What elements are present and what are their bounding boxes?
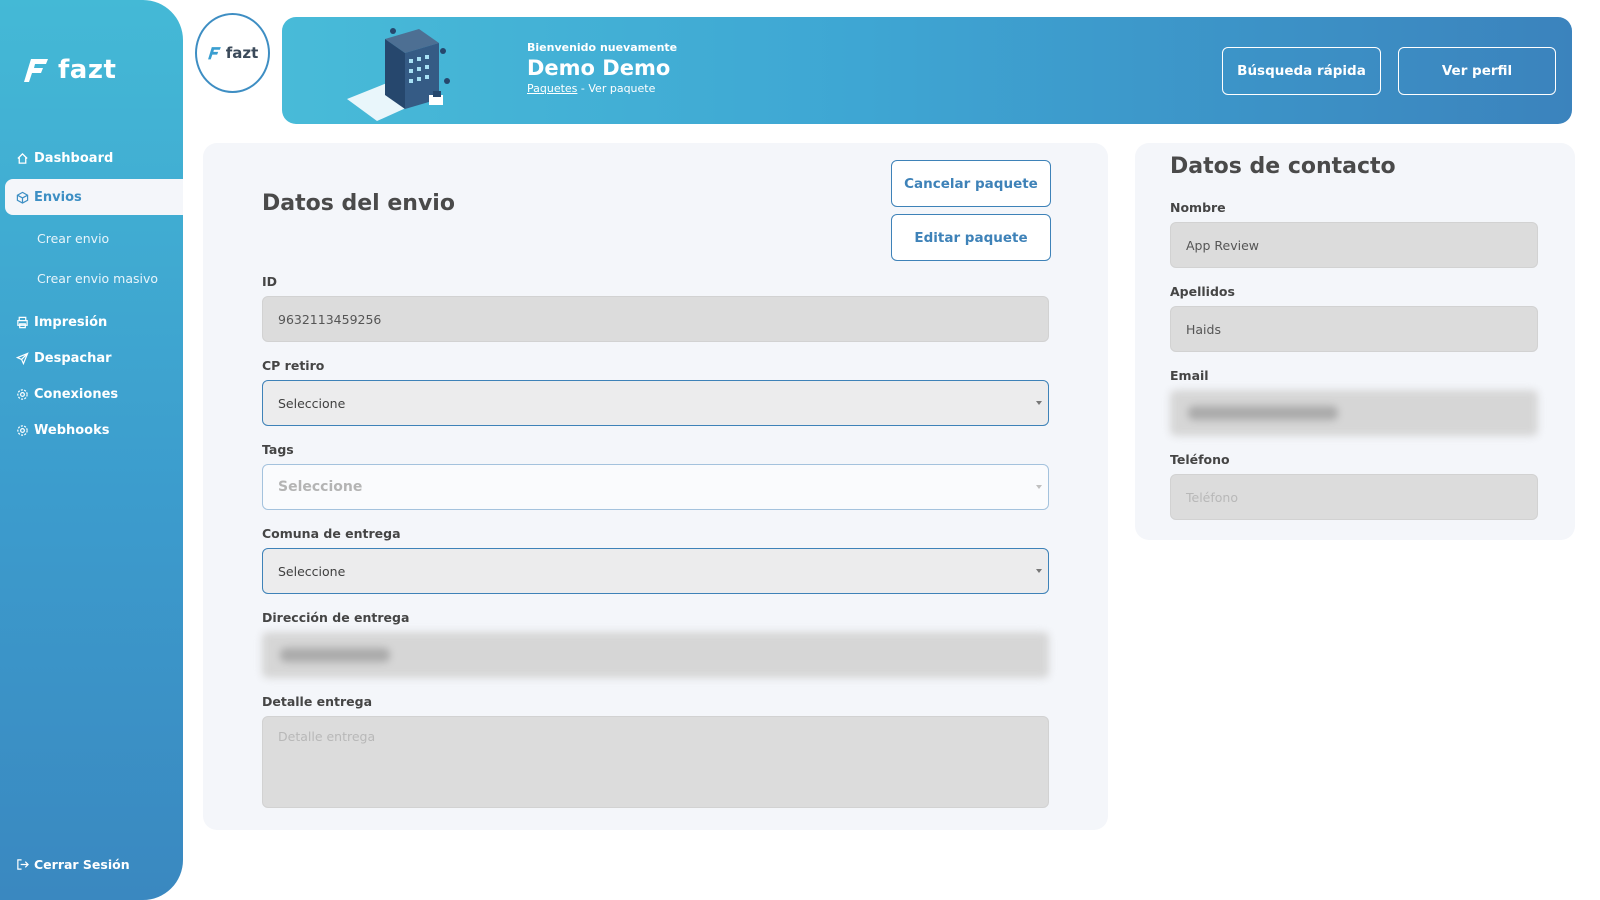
- detail-textarea[interactable]: Detalle entrega: [262, 716, 1049, 808]
- chevron-down-icon: [1036, 569, 1042, 573]
- address-field-redacted[interactable]: [262, 632, 1049, 678]
- redacted-text: [280, 648, 390, 662]
- breadcrumb: Paquetes - Ver paquete: [527, 82, 677, 95]
- email-field-redacted[interactable]: [1170, 390, 1538, 436]
- box-icon: [16, 191, 29, 204]
- gear-icon: [17, 424, 28, 436]
- comuna-label: Comuna de entrega: [262, 526, 401, 541]
- edit-package-button[interactable]: Editar paquete: [891, 214, 1051, 261]
- shipment-card: Datos del envio Cancelar paquete Editar …: [203, 143, 1108, 830]
- redacted-text: [1188, 406, 1338, 420]
- sidebar-item-label: Dashboard: [34, 150, 114, 166]
- logout-button[interactable]: Cerrar Sesión: [16, 857, 130, 872]
- logout-icon: [17, 859, 29, 870]
- sidebar-item-envios[interactable]: Envios: [5, 179, 183, 215]
- cp-retiro-select[interactable]: Seleccione: [262, 380, 1049, 426]
- phone-label: Teléfono: [1170, 452, 1230, 467]
- cp-retiro-value: Seleccione: [278, 395, 346, 411]
- logout-label: Cerrar Sesión: [34, 857, 130, 872]
- sidebar-item-label: Webhooks: [34, 422, 110, 438]
- app-logo-text: fazt: [58, 55, 117, 85]
- warehouse-illustration: [347, 28, 450, 121]
- printer-icon: [17, 316, 28, 328]
- id-label: ID: [262, 274, 278, 289]
- phone-field[interactable]: Teléfono: [1170, 474, 1538, 520]
- breadcrumb-link-paquetes[interactable]: Paquetes: [527, 82, 577, 95]
- last-name-label: Apellidos: [1170, 284, 1235, 299]
- sidebar-nav: Dashboard Envios Crear envio Crear envio…: [0, 140, 183, 448]
- fazt-logo-icon: [24, 59, 48, 82]
- email-label: Email: [1170, 368, 1209, 383]
- cancel-package-button[interactable]: Cancelar paquete: [891, 160, 1051, 207]
- chevron-down-icon: [1036, 485, 1042, 489]
- name-label: Nombre: [1170, 200, 1226, 215]
- breadcrumb-current: Ver paquete: [588, 82, 656, 95]
- send-icon: [16, 351, 29, 365]
- cp-retiro-label: CP retiro: [262, 358, 325, 373]
- sidebar-item-label: Conexiones: [34, 386, 119, 402]
- sidebar: fazt Dashboard Envios Crear envio Crear …: [0, 0, 183, 900]
- breadcrumb-separator: -: [577, 82, 589, 95]
- id-field: 9632113459256: [262, 296, 1049, 342]
- user-name: Demo Demo: [527, 56, 671, 80]
- sidebar-item-label: Envios: [34, 189, 82, 205]
- tags-value: Seleccione: [278, 479, 363, 495]
- page-header: Bienvenido nuevamente Demo Demo Paquetes…: [282, 17, 1572, 124]
- tags-label: Tags: [262, 442, 294, 457]
- chevron-down-icon: [1036, 401, 1042, 405]
- detail-label: Detalle entrega: [262, 694, 373, 709]
- sidebar-item-impresion[interactable]: Impresión: [0, 304, 183, 340]
- welcome-text: Bienvenido nuevamente: [527, 41, 678, 54]
- last-name-field: Haids: [1170, 306, 1538, 352]
- sidebar-item-label: Despachar: [34, 350, 112, 366]
- welcome-block: Bienvenido nuevamente Demo Demo Paquetes…: [527, 41, 677, 95]
- shipment-title: Datos del envio: [262, 191, 455, 216]
- sidebar-item-dashboard[interactable]: Dashboard: [0, 140, 183, 176]
- brand-badge: fazt: [195, 13, 270, 93]
- app-logo[interactable]: fazt: [22, 55, 116, 85]
- fazt-logo-icon: [207, 47, 221, 60]
- address-label: Dirección de entrega: [262, 610, 410, 625]
- sidebar-item-label: Impresión: [34, 314, 108, 330]
- quick-search-button[interactable]: Búsqueda rápida: [1222, 47, 1381, 95]
- comuna-select[interactable]: Seleccione: [262, 548, 1049, 594]
- name-field: App Review: [1170, 222, 1538, 268]
- tags-select[interactable]: Seleccione: [262, 464, 1049, 510]
- sidebar-item-despachar[interactable]: Despachar: [0, 340, 183, 376]
- brand-badge-text: fazt: [225, 44, 259, 62]
- sidebar-subitem-crear-envio-masivo[interactable]: Crear envio masivo: [0, 258, 183, 298]
- comuna-value: Seleccione: [278, 563, 346, 579]
- sidebar-subitem-crear-envio[interactable]: Crear envio: [0, 218, 183, 258]
- sidebar-item-conexiones[interactable]: Conexiones: [0, 376, 183, 412]
- contact-title: Datos de contacto: [1170, 154, 1396, 179]
- home-icon: [17, 152, 28, 164]
- sidebar-item-webhooks[interactable]: Webhooks: [0, 412, 183, 448]
- contact-card: Datos de contacto Nombre App Review Apel…: [1135, 143, 1575, 540]
- gear-icon: [17, 388, 28, 400]
- view-profile-button[interactable]: Ver perfil: [1398, 47, 1556, 95]
